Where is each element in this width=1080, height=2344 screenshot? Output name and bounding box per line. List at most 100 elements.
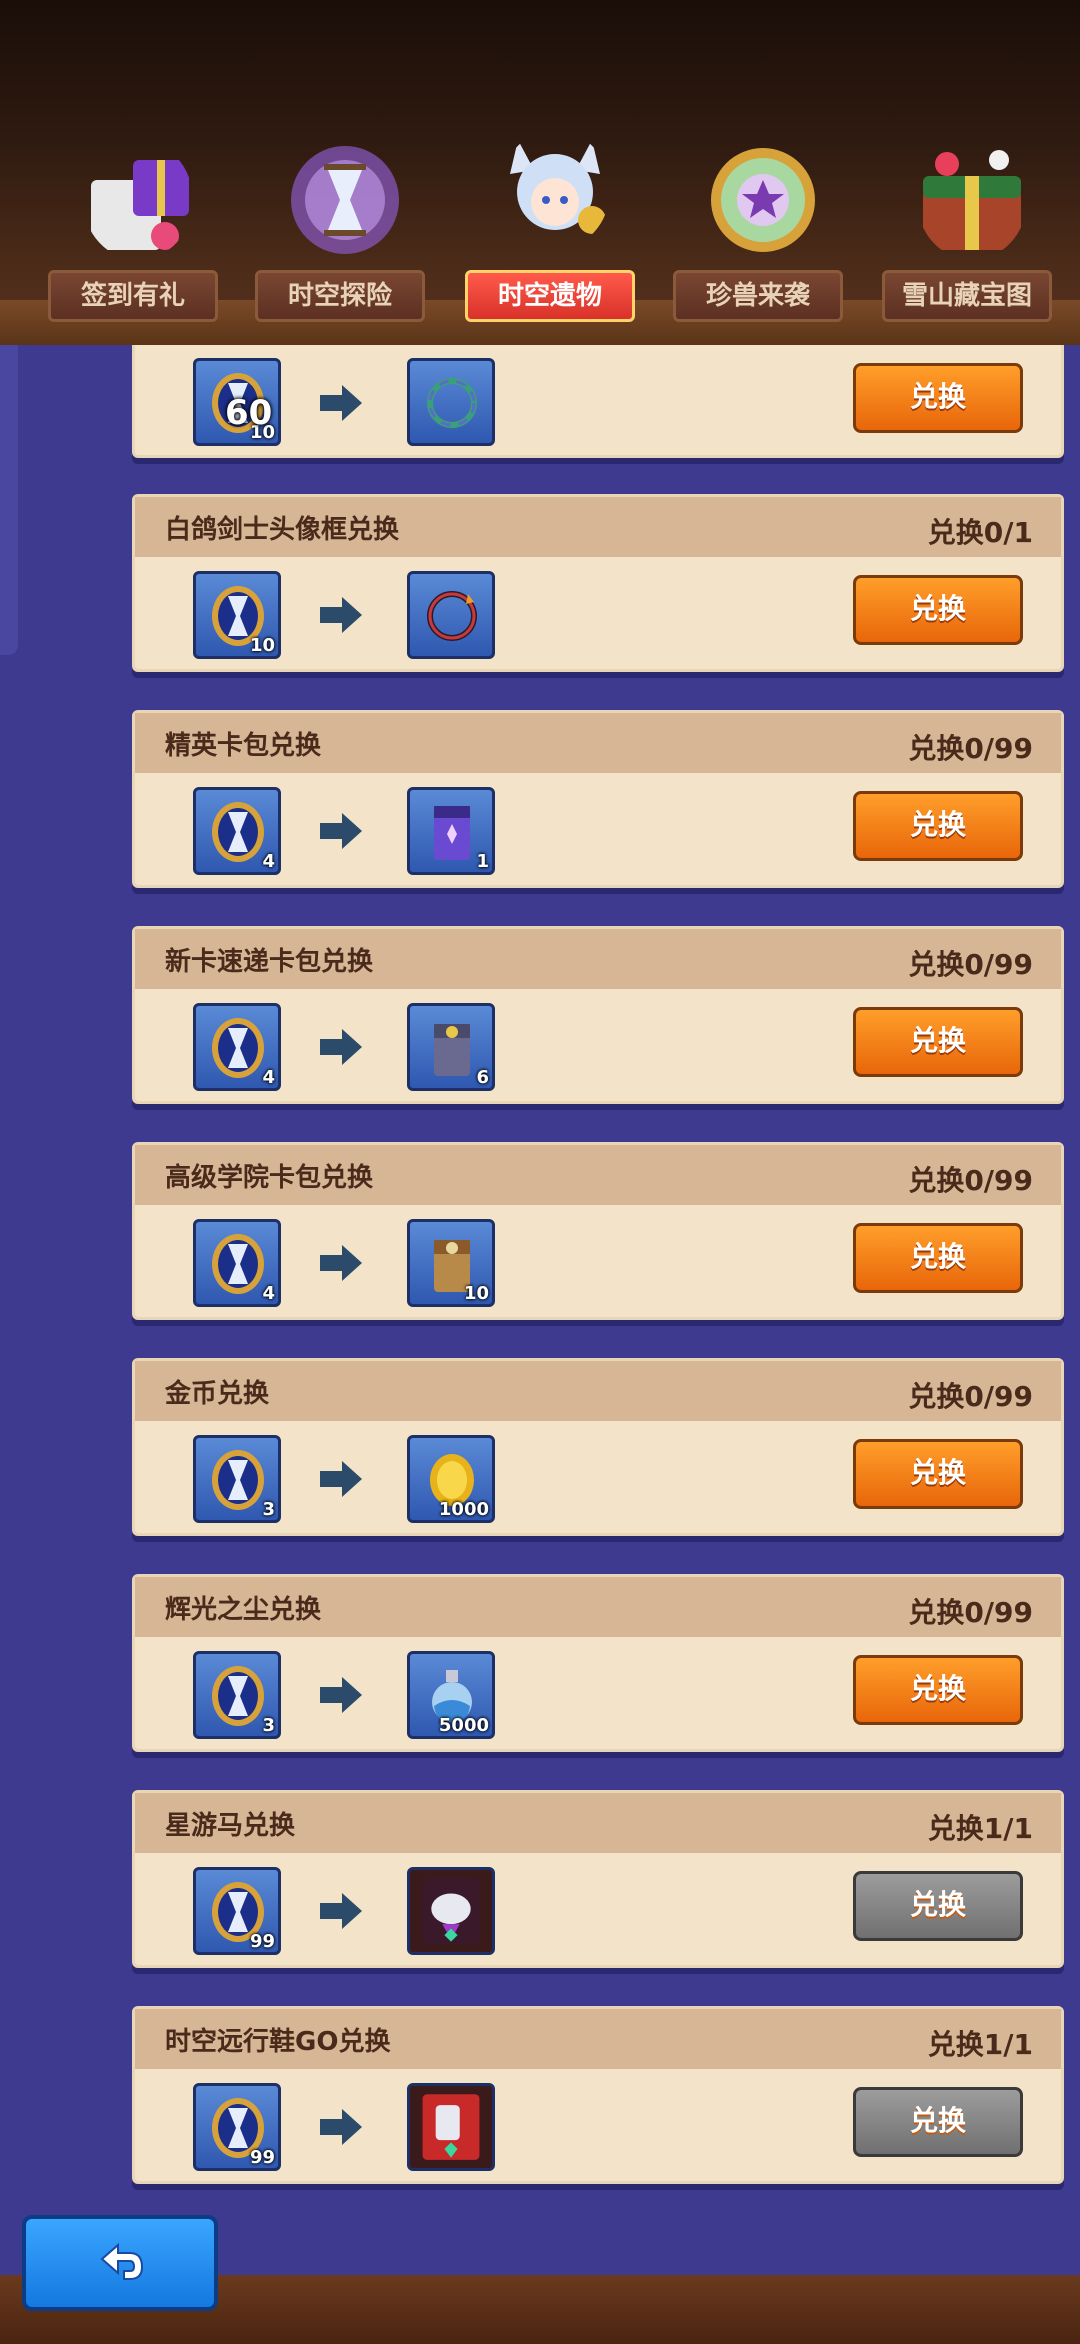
reward-quantity: 10 bbox=[463, 1283, 489, 1304]
tab-label: 珍兽来袭 bbox=[673, 270, 843, 322]
cost-quantity: 4 bbox=[262, 1283, 275, 1304]
exchange-card: 精英卡包兑换 兑换0/99 4 1 兑换 bbox=[132, 710, 1064, 888]
cost-quantity: 3 bbox=[262, 1715, 275, 1736]
reward-item-slot[interactable]: 5000 bbox=[407, 1651, 495, 1739]
reward-quantity: 1 bbox=[476, 851, 489, 872]
tab-sign-in-gift[interactable]: 签到有礼 bbox=[48, 140, 218, 340]
exchange-title: 金币兑换 bbox=[165, 1379, 270, 1409]
exchange-card: 白鸽剑士头像框兑换 兑换0/1 10 兑换 bbox=[132, 494, 1064, 672]
exchange-title: 时空远行鞋GO兑换 bbox=[165, 2027, 391, 2057]
hourglass-icon bbox=[212, 1018, 264, 1078]
reward-quantity: 5000 bbox=[438, 1715, 489, 1736]
tab-label: 雪山藏宝图 bbox=[882, 270, 1052, 322]
exchange-limit: 兑换0/1 bbox=[927, 516, 1033, 549]
cost-item-slot[interactable]: 99 bbox=[193, 1867, 281, 1955]
right-arrow-icon bbox=[320, 2109, 362, 2145]
exchange-button[interactable]: 兑换 bbox=[853, 575, 1023, 645]
card-pack-purple-icon bbox=[434, 806, 470, 860]
exchange-button[interactable]: 兑换 bbox=[853, 1655, 1023, 1725]
travel-shoes-icon bbox=[422, 2094, 480, 2160]
cost-item-slot[interactable]: 4 bbox=[193, 1003, 281, 1091]
tab-time-relic[interactable]: 时空遗物 bbox=[465, 140, 635, 340]
reward-item-slot[interactable] bbox=[407, 571, 495, 659]
cost-quantity: 4 bbox=[262, 1067, 275, 1088]
exchange-button[interactable]: 兑换 bbox=[853, 1223, 1023, 1293]
tab-rare-beast-raid[interactable]: 珍兽来袭 bbox=[673, 140, 843, 340]
back-arrow-icon bbox=[100, 2242, 144, 2280]
reward-item-slot[interactable]: 10 bbox=[407, 1219, 495, 1307]
exchange-button[interactable]: 兑换 bbox=[853, 791, 1023, 861]
exchange-title: 新卡速递卡包兑换 bbox=[165, 947, 374, 977]
cost-item-slot[interactable]: 10 bbox=[193, 571, 281, 659]
tab-time-adventure[interactable]: 时空探险 bbox=[255, 140, 425, 340]
exchange-title: 白鸽剑士头像框兑换 bbox=[165, 515, 400, 545]
reward-quantity: 6 bbox=[476, 1067, 489, 1088]
exchange-limit: 兑换1/1 bbox=[927, 2028, 1033, 2061]
reward-item-slot[interactable] bbox=[407, 358, 495, 446]
exchange-title: 辉光之尘兑换 bbox=[165, 1595, 322, 1625]
exchange-limit: 兑换0/99 bbox=[908, 732, 1033, 765]
star-medallion-icon bbox=[711, 148, 815, 252]
tab-label: 时空探险 bbox=[255, 270, 425, 322]
exchange-card: 星游马兑换 兑换1/1 99 兑换 bbox=[132, 1790, 1064, 1968]
reward-item-slot[interactable] bbox=[407, 1867, 495, 1955]
hourglass-icon bbox=[212, 1450, 264, 1510]
right-arrow-icon bbox=[320, 597, 362, 633]
exchange-title: 高级学院卡包兑换 bbox=[165, 1163, 374, 1193]
treasure-chest-icon bbox=[923, 150, 1021, 250]
cost-item-slot[interactable]: 4 bbox=[193, 787, 281, 875]
exchange-button[interactable]: 兑换 bbox=[853, 1439, 1023, 1509]
cost-item-slot[interactable]: 3 bbox=[193, 1435, 281, 1523]
exchange-button[interactable]: 兑换 bbox=[853, 1871, 1023, 1941]
exchange-limit: 兑换0/99 bbox=[908, 1380, 1033, 1413]
exchange-button[interactable]: 兑换 bbox=[853, 2087, 1023, 2157]
cost-item-slot[interactable]: 3 bbox=[193, 1651, 281, 1739]
exchange-card: 辉光之尘兑换 兑换0/99 3 5000 兑换 bbox=[132, 1574, 1064, 1752]
right-arrow-icon bbox=[320, 1461, 362, 1497]
exchange-limit: 兑换1/1 bbox=[927, 1812, 1033, 1845]
cost-quantity: 4 bbox=[262, 851, 275, 872]
exchange-card: 时空远行鞋GO兑换 兑换1/1 99 兑换 bbox=[132, 2006, 1064, 2184]
avatar-frame-icon bbox=[427, 378, 477, 428]
cost-quantity: 3 bbox=[262, 1499, 275, 1520]
cost-item-slot[interactable]: 4 bbox=[193, 1219, 281, 1307]
reward-item-slot[interactable]: 1000 bbox=[407, 1435, 495, 1523]
cost-quantity: 99 bbox=[249, 2147, 275, 2168]
right-arrow-icon bbox=[320, 1029, 362, 1065]
exchange-card: 金币兑换 兑换0/99 3 1000 兑换 bbox=[132, 1358, 1064, 1536]
fox-girl-icon bbox=[510, 140, 606, 234]
reward-item-slot[interactable]: 6 bbox=[407, 1003, 495, 1091]
side-panel-edge bbox=[0, 345, 18, 655]
cost-quantity: 99 bbox=[249, 1931, 275, 1952]
exchange-card: 新卡速递卡包兑换 兑换0/99 4 6 兑换 bbox=[132, 926, 1064, 1104]
floating-hourglass-count: 60 bbox=[225, 393, 273, 433]
exchange-title: 精英卡包兑换 bbox=[165, 731, 322, 761]
right-arrow-icon bbox=[320, 385, 362, 421]
exchange-limit: 兑换0/99 bbox=[908, 1164, 1033, 1197]
exchange-limit: 兑换0/99 bbox=[908, 1596, 1033, 1629]
tab-label: 时空遗物 bbox=[465, 270, 635, 322]
reward-item-slot[interactable]: 1 bbox=[407, 787, 495, 875]
gift-calendar-icon bbox=[91, 160, 189, 250]
hourglass-icon bbox=[212, 802, 264, 862]
right-arrow-icon bbox=[320, 813, 362, 849]
right-arrow-icon bbox=[320, 1893, 362, 1929]
exchange-card: 高级学院卡包兑换 兑换0/99 4 10 兑换 bbox=[132, 1142, 1064, 1320]
exchange-title: 星游马兑换 bbox=[165, 1811, 296, 1841]
reward-item-slot[interactable] bbox=[407, 2083, 495, 2171]
avatar-frame-icon bbox=[427, 591, 477, 641]
reward-quantity: 1000 bbox=[438, 1499, 489, 1520]
cost-quantity: 10 bbox=[249, 635, 275, 656]
hourglass-icon bbox=[212, 1666, 264, 1726]
tab-snow-mountain-treasure[interactable]: 雪山藏宝图 bbox=[882, 140, 1052, 340]
cost-item-slot[interactable]: 99 bbox=[193, 2083, 281, 2171]
exchange-limit: 兑换0/99 bbox=[908, 948, 1033, 981]
exchange-button[interactable]: 兑换 bbox=[853, 363, 1023, 433]
exchange-button[interactable]: 兑换 bbox=[853, 1007, 1023, 1077]
event-tab-bar: 签到有礼 时空探险 时空遗物 珍兽来袭 雪山藏宝图 bbox=[0, 0, 1080, 345]
star-horse-mount-icon bbox=[422, 1878, 480, 1944]
hourglass-icon bbox=[212, 1234, 264, 1294]
back-button[interactable] bbox=[22, 2215, 218, 2311]
card-pack-grey-icon bbox=[434, 1024, 470, 1076]
right-arrow-icon bbox=[320, 1245, 362, 1281]
